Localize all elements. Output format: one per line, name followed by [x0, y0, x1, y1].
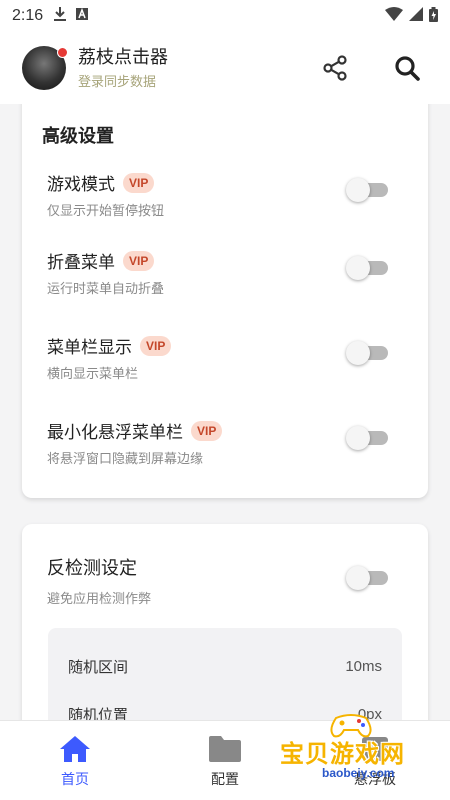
toggle-thumb	[346, 256, 370, 280]
nav-label: 配置	[211, 772, 239, 788]
nav-label: 首页	[61, 772, 89, 788]
toggle-thumb	[346, 566, 370, 590]
share-icon	[323, 55, 347, 81]
vip-badge: VIP	[140, 335, 172, 356]
wifi-icon	[385, 7, 403, 25]
vip-badge: VIP	[191, 420, 223, 441]
setting-desc: 仅显示开始暂停按钮	[47, 204, 165, 219]
random-interval-row[interactable]: 随机区间 10ms	[68, 654, 382, 678]
anti-detection-params: 随机区间 10ms 随机位置 0px	[48, 628, 402, 720]
setting-minimize-float-menu: 最小化悬浮菜单栏 VIP 将悬浮窗口隐藏到屏幕边缘	[22, 418, 428, 478]
toggle-thumb	[346, 178, 370, 202]
setting-label: 折叠菜单	[47, 253, 115, 273]
setting-game-mode: 游戏模式 VIP 仅显示开始暂停按钮	[22, 170, 428, 230]
setting-desc: 将悬浮窗口隐藏到屏幕边缘	[47, 452, 204, 467]
status-bar: 2:16	[0, 0, 450, 32]
download-icon	[53, 6, 67, 26]
avatar[interactable]	[22, 46, 68, 90]
app-notification-icon	[75, 7, 89, 25]
login-sync-link[interactable]: 登录同步数据	[78, 71, 168, 90]
settings-content[interactable]: 高级设置 游戏模式 VIP 仅显示开始暂停按钮 折叠菜单 VIP 运行时菜单自动…	[0, 104, 450, 720]
section-title: 反检测设定	[47, 558, 137, 579]
anti-detection-toggle[interactable]	[346, 566, 390, 590]
toggle-thumb	[346, 341, 370, 365]
setting-desc: 运行时菜单自动折叠	[47, 282, 165, 297]
advanced-settings-card: 高级设置 游戏模式 VIP 仅显示开始暂停按钮 折叠菜单 VIP 运行时菜单自动…	[22, 104, 428, 498]
share-button[interactable]	[320, 53, 350, 83]
setting-label: 游戏模式	[47, 175, 115, 195]
setting-desc: 横向显示菜单栏	[47, 367, 139, 382]
anti-detection-card: 反检测设定 避免应用检测作弊 随机区间 10ms 随机位置 0px	[22, 524, 428, 720]
fold-menu-toggle[interactable]	[346, 256, 390, 280]
param-label: 随机位置	[68, 705, 129, 721]
home-icon	[60, 736, 90, 762]
setting-label: 最小化悬浮菜单栏	[47, 423, 183, 443]
menubar-display-toggle[interactable]	[346, 341, 390, 365]
folder-icon	[209, 736, 241, 762]
param-label: 随机区间	[68, 657, 129, 676]
watermark-text: 宝贝游戏网	[280, 740, 405, 768]
param-value: 10ms	[345, 657, 382, 675]
search-icon	[395, 56, 420, 81]
setting-anti-detection: 反检测设定 避免应用检测作弊	[22, 554, 428, 614]
search-button[interactable]	[392, 53, 422, 83]
app-header: 荔枝点击器 登录同步数据	[0, 32, 450, 104]
app-title: 荔枝点击器	[78, 46, 168, 68]
notification-dot	[57, 47, 68, 58]
minimize-float-menu-toggle[interactable]	[346, 426, 390, 450]
section-title: 高级设置	[42, 126, 114, 147]
setting-menubar-display: 菜单栏显示 VIP 横向显示菜单栏	[22, 333, 428, 393]
account-info[interactable]: 荔枝点击器 登录同步数据	[78, 47, 168, 90]
setting-desc: 避免应用检测作弊	[47, 592, 152, 607]
status-time: 2:16	[12, 7, 44, 24]
battery-icon	[429, 6, 438, 26]
watermark-url: baobeiy.com	[322, 766, 395, 780]
signal-icon	[409, 7, 423, 25]
setting-label: 菜单栏显示	[47, 338, 132, 358]
nav-home[interactable]: 首页	[0, 721, 150, 800]
vip-badge: VIP	[123, 172, 155, 193]
setting-fold-menu: 折叠菜单 VIP 运行时菜单自动折叠	[22, 248, 428, 308]
toggle-thumb	[346, 426, 370, 450]
watermark: 宝贝游戏网 baobeiy.com	[270, 712, 440, 786]
vip-badge: VIP	[123, 250, 155, 271]
game-mode-toggle[interactable]	[346, 178, 390, 202]
